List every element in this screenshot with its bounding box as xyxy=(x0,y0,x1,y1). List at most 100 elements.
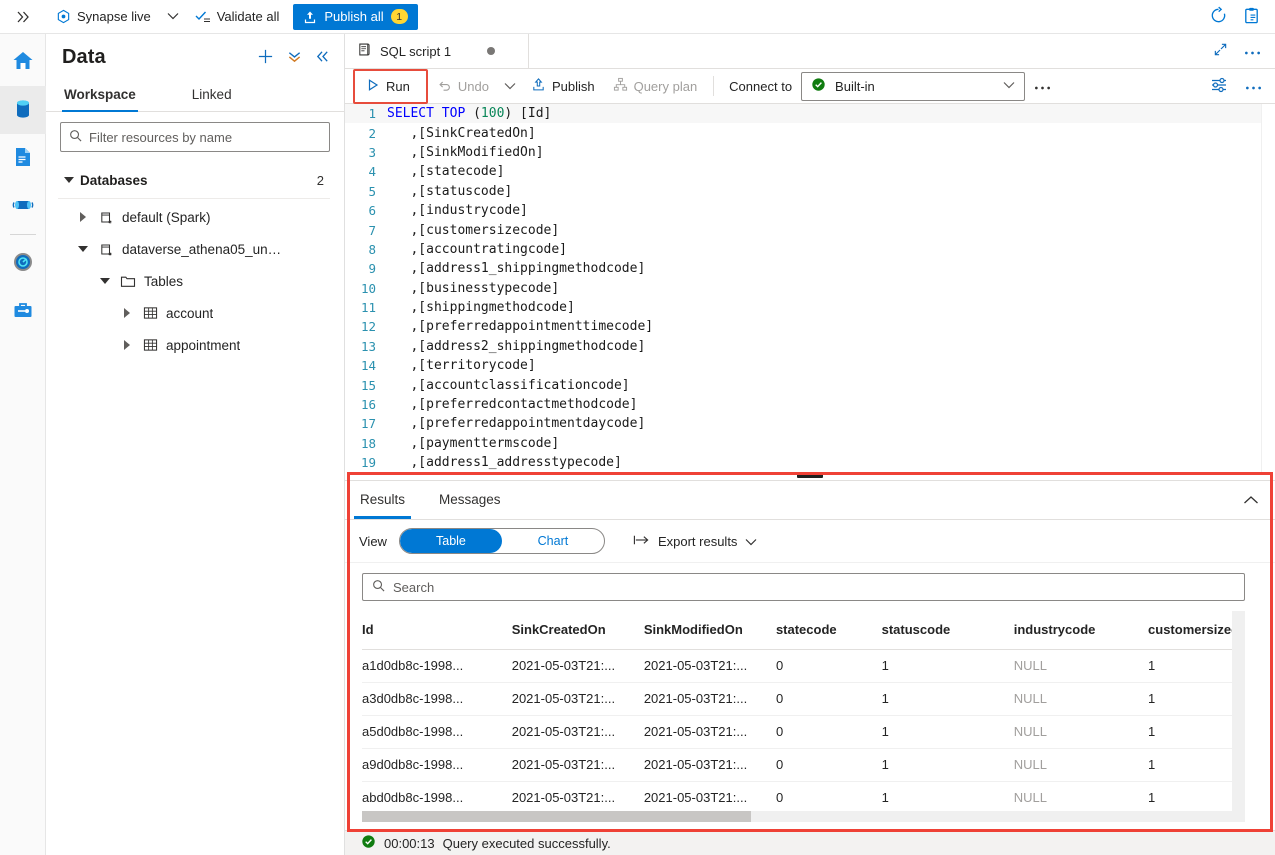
code-line[interactable]: 8 ,[accountratingcode] xyxy=(345,240,1275,259)
rail-item-data[interactable] xyxy=(0,86,46,134)
expand-rail-button[interactable] xyxy=(0,0,46,34)
rail-item-monitor[interactable] xyxy=(0,239,46,287)
settings-sliders-icon[interactable] xyxy=(1210,76,1228,97)
workspace-mode-chevron-icon[interactable] xyxy=(161,11,185,23)
code-line[interactable]: 11 ,[shippingmethodcode] xyxy=(345,298,1275,317)
refresh-icon[interactable] xyxy=(1209,6,1228,28)
grid-column-header[interactable]: Id xyxy=(362,611,512,650)
publish-all-button[interactable]: Publish all 1 xyxy=(293,3,418,30)
grid-cell: a3d0db8c-1998... xyxy=(362,682,512,716)
tab-messages[interactable]: Messages xyxy=(435,483,505,518)
results-search-box[interactable] xyxy=(362,573,1245,601)
publish-button[interactable]: Publish xyxy=(522,73,604,100)
code-line[interactable]: 9 ,[address1_shippingmethodcode] xyxy=(345,259,1275,278)
view-toggle-table[interactable]: Table xyxy=(399,529,502,553)
code-line[interactable]: 5 ,[statuscode] xyxy=(345,182,1275,201)
table-row[interactable]: a5d0db8c-1998... 2021-05-03T21:... 2021-05… xyxy=(362,715,1245,749)
view-toggle-chart[interactable]: Chart xyxy=(502,529,604,553)
code-line[interactable]: 1 SELECT TOP (100) [Id] xyxy=(345,104,1275,124)
chevron-right-icon[interactable] xyxy=(72,212,94,222)
grid-cell: 1 xyxy=(1148,781,1245,815)
double-chevron-down-icon[interactable] xyxy=(287,49,302,67)
grid-cell: 2021-05-03T21:... xyxy=(643,682,776,716)
plus-icon[interactable] xyxy=(257,48,274,68)
results-grid-vertical-scrollbar[interactable] xyxy=(1232,611,1245,816)
code-line[interactable]: 13 ,[address2_shippingmethodcode] xyxy=(345,337,1275,356)
code-line[interactable]: 14 ,[territorycode] xyxy=(345,356,1275,375)
grid-column-header[interactable]: statuscode xyxy=(881,611,1014,650)
rail-item-develop[interactable] xyxy=(0,134,46,182)
code-line[interactable]: 19 ,[address1_addresstypecode] xyxy=(345,453,1275,472)
grid-column-header[interactable]: industrycode xyxy=(1013,611,1149,650)
chevron-right-icon[interactable] xyxy=(116,340,138,350)
workspace-mode-button[interactable]: Synapse live xyxy=(46,0,161,34)
line-number: 15 xyxy=(360,377,376,393)
code-line[interactable]: 6 ,[industrycode] xyxy=(345,201,1275,220)
table-row[interactable]: abd0db8c-1998... 2021-05-03T21:... 2021-05… xyxy=(362,781,1245,815)
grid-column-header[interactable]: SinkCreatedOn xyxy=(511,611,644,650)
tree-group-label: Databases xyxy=(80,172,148,188)
validate-all-button[interactable]: Validate all xyxy=(185,0,290,34)
results-grid-wrapper[interactable]: Id SinkCreatedOn SinkModifiedOn statecode st… xyxy=(362,611,1245,831)
rail-item-integrate[interactable] xyxy=(0,182,46,230)
grid-column-header[interactable]: SinkModifiedOn xyxy=(643,611,776,650)
chevron-down-icon[interactable] xyxy=(94,278,116,284)
tree-item-dataverse-db[interactable]: dataverse_athena05_unq10637522... xyxy=(46,233,344,265)
table-row[interactable]: a1d0db8c-1998... 2021-05-03T21:... 2021-05… xyxy=(362,649,1245,683)
chevron-right-icon[interactable] xyxy=(116,308,138,318)
chevron-up-icon[interactable] xyxy=(1243,493,1275,508)
grid-column-header[interactable]: customersizec... xyxy=(1148,611,1245,650)
tab-results[interactable]: Results xyxy=(353,483,412,519)
editor-tab-sql-script-1[interactable]: SQL script 1 xyxy=(345,34,529,68)
filter-box[interactable] xyxy=(60,122,330,152)
editor-results-splitter[interactable] xyxy=(345,473,1275,480)
table-row[interactable]: a9d0db8c-1998... 2021-05-03T21:... 2021-05… xyxy=(362,748,1245,782)
code-line[interactable]: 17 ,[preferredappointmentdaycode] xyxy=(345,414,1275,433)
double-chevron-left-icon[interactable] xyxy=(315,49,330,67)
code-line[interactable]: 10 ,[businesstypecode] xyxy=(345,279,1275,298)
splitter-grip[interactable] xyxy=(797,474,823,478)
chevron-down-icon[interactable] xyxy=(72,246,94,252)
ellipsis-icon[interactable] xyxy=(1244,44,1261,59)
code-line[interactable]: 3 ,[SinkModifiedOn] xyxy=(345,143,1275,162)
export-results-button[interactable]: Export results xyxy=(633,534,757,549)
tree-group-databases[interactable]: Databases 2 xyxy=(46,164,344,196)
tab-linked[interactable]: Linked xyxy=(190,81,234,111)
code-line[interactable]: 15 ,[accountclassificationcode] xyxy=(345,375,1275,394)
undo-dropdown-chevron-icon[interactable] xyxy=(498,73,522,100)
editor-vertical-scrollbar[interactable] xyxy=(1261,104,1275,473)
query-plan-button[interactable]: Query plan xyxy=(604,73,707,100)
undo-button[interactable]: Undo xyxy=(428,73,498,100)
tree-item-tables-folder[interactable]: Tables xyxy=(46,265,344,297)
tab-workspace[interactable]: Workspace xyxy=(62,81,138,112)
rail-item-home[interactable] xyxy=(0,38,46,86)
rail-item-manage[interactable] xyxy=(0,287,46,335)
code-line[interactable]: 18 ,[paymenttermscode] xyxy=(345,434,1275,453)
chevron-down-icon[interactable] xyxy=(58,177,80,183)
feedback-icon[interactable] xyxy=(1242,6,1261,28)
sql-code-editor[interactable]: 1 SELECT TOP (100) [Id] 2 ,[SinkCreatedOn]… xyxy=(345,104,1275,473)
run-button[interactable]: Run xyxy=(357,73,419,100)
table-row[interactable]: a3d0db8c-1998... 2021-05-03T21:... 2021-05… xyxy=(362,682,1245,716)
connection-more-button[interactable] xyxy=(1025,73,1060,100)
validate-all-label: Validate all xyxy=(216,9,280,24)
scrollbar-thumb[interactable] xyxy=(362,811,751,822)
code-body[interactable]: 1 SELECT TOP (100) [Id] 2 ,[SinkCreatedOn]… xyxy=(345,104,1275,473)
grid-column-header[interactable]: statecode xyxy=(775,611,882,650)
code-line[interactable]: 12 ,[preferredappointmenttimecode] xyxy=(345,317,1275,336)
expand-diagonal-icon[interactable] xyxy=(1213,42,1228,60)
code-line[interactable]: 4 ,[statecode] xyxy=(345,162,1275,181)
tree-item-default-spark[interactable]: default (Spark) xyxy=(46,201,344,233)
code-line[interactable]: 7 ,[customersizecode] xyxy=(345,220,1275,239)
tree-item-account[interactable]: account xyxy=(46,297,344,329)
code-line[interactable]: 16 ,[preferredcontactmethodcode] xyxy=(345,395,1275,414)
tree-item-appointment[interactable]: appointment xyxy=(46,329,344,361)
code-line[interactable]: 2 ,[SinkCreatedOn] xyxy=(345,123,1275,142)
filter-input[interactable] xyxy=(89,129,321,145)
chevron-down-icon[interactable] xyxy=(745,534,757,549)
results-grid-horizontal-scrollbar[interactable] xyxy=(362,811,1245,822)
chevron-down-icon[interactable] xyxy=(1003,80,1015,92)
results-search-input[interactable] xyxy=(393,579,1235,595)
connection-dropdown[interactable]: Built-in xyxy=(801,71,1026,101)
ellipsis-icon[interactable] xyxy=(1245,79,1262,94)
